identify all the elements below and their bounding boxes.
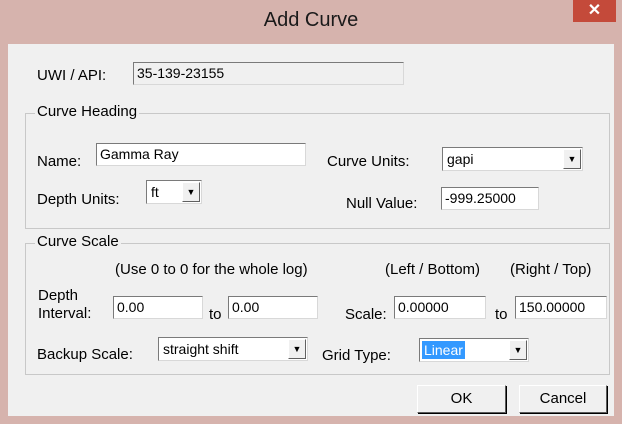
name-label: Name: bbox=[37, 153, 82, 170]
backup-scale-value: straight shift bbox=[163, 341, 239, 357]
curve-units-value: gapi bbox=[447, 151, 474, 167]
uwi-field: 35-139-23155 bbox=[133, 62, 404, 85]
chevron-down-icon[interactable]: ▼ bbox=[182, 182, 200, 202]
cancel-button[interactable]: Cancel bbox=[519, 385, 607, 413]
scale-label: Scale: bbox=[345, 306, 387, 323]
scale-left-input[interactable]: 0.00000 bbox=[394, 296, 486, 319]
null-value-input[interactable]: -999.25000 bbox=[441, 187, 539, 210]
window-title: Add Curve bbox=[263, 9, 359, 31]
grid-type-value: Linear bbox=[422, 341, 465, 359]
close-icon: ✕ bbox=[587, 2, 602, 19]
depth-units-value: ft bbox=[151, 184, 159, 200]
depth-label: Depth bbox=[38, 287, 79, 304]
backup-scale-label: Backup Scale: bbox=[37, 346, 133, 363]
curve-heading-group bbox=[25, 113, 610, 229]
grid-type-label: Grid Type: bbox=[322, 347, 391, 364]
uwi-label: UWI / API: bbox=[37, 67, 107, 84]
scale-to-label: to bbox=[495, 306, 508, 323]
right-top-label: (Right / Top) bbox=[510, 261, 592, 278]
depth-units-label: Depth Units: bbox=[37, 191, 120, 208]
null-value-label: Null Value: bbox=[346, 195, 418, 212]
curve-units-label: Curve Units: bbox=[327, 153, 410, 170]
name-input[interactable]: Gamma Ray bbox=[96, 143, 306, 166]
depth-from-input[interactable]: 0.00 bbox=[113, 296, 203, 319]
chevron-down-icon[interactable]: ▼ bbox=[563, 149, 581, 169]
grid-type-select[interactable]: Linear ▼ bbox=[419, 338, 529, 362]
depth-hint: (Use 0 to 0 for the whole log) bbox=[115, 261, 308, 278]
scale-right-input[interactable]: 150.00000 bbox=[515, 296, 607, 319]
curve-scale-title: Curve Scale bbox=[35, 233, 121, 250]
chevron-down-icon[interactable]: ▼ bbox=[509, 340, 527, 360]
curve-units-select[interactable]: gapi ▼ bbox=[442, 147, 583, 171]
depth-to-label: to bbox=[209, 306, 222, 323]
chevron-down-icon[interactable]: ▼ bbox=[288, 339, 306, 359]
curve-heading-title: Curve Heading bbox=[35, 103, 140, 120]
interval-label: Interval: bbox=[38, 305, 92, 322]
left-bottom-label: (Left / Bottom) bbox=[385, 261, 481, 278]
ok-button[interactable]: OK bbox=[417, 385, 506, 413]
backup-scale-select[interactable]: straight shift ▼ bbox=[158, 337, 308, 361]
title-bar[interactable]: Add Curve ✕ bbox=[0, 0, 622, 44]
depth-to-input[interactable]: 0.00 bbox=[228, 296, 318, 319]
close-button[interactable]: ✕ bbox=[573, 0, 616, 22]
depth-units-select[interactable]: ft ▼ bbox=[146, 180, 202, 204]
